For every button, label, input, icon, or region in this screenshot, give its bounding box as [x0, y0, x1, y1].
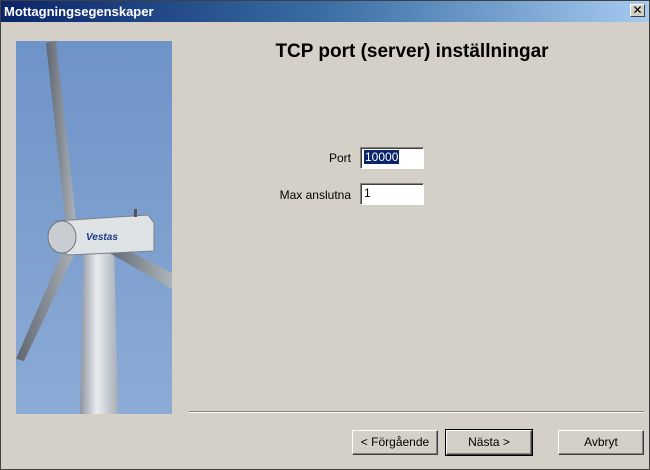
max-connections-field[interactable]: 1 — [360, 183, 424, 205]
close-icon: ✕ — [632, 3, 643, 17]
next-button[interactable]: Nästa > — [445, 429, 533, 456]
max-connections-label: Max anslutna — [279, 188, 351, 202]
bottom-separator — [189, 411, 644, 413]
title-bar[interactable]: Mottagningsegenskaper ✕ — [1, 1, 649, 22]
vestas-logo-text: Vestas — [86, 232, 118, 243]
wind-turbine-image: Vestas — [16, 41, 172, 414]
back-button[interactable]: < Förgående — [352, 430, 438, 455]
window-title: Mottagningsegenskaper — [4, 4, 154, 19]
close-button[interactable]: ✕ — [630, 4, 645, 17]
dialog-window: Mottagningsegenskaper ✕ Vestas TCP port … — [0, 0, 650, 470]
port-value: 10000 — [364, 150, 400, 164]
port-field[interactable]: 10000 — [360, 147, 424, 169]
max-connections-value: 1 — [364, 186, 371, 200]
page-heading: TCP port (server) inställningar — [275, 41, 549, 62]
port-label: Port — [328, 151, 351, 165]
cancel-button[interactable]: Avbryt — [558, 430, 644, 455]
